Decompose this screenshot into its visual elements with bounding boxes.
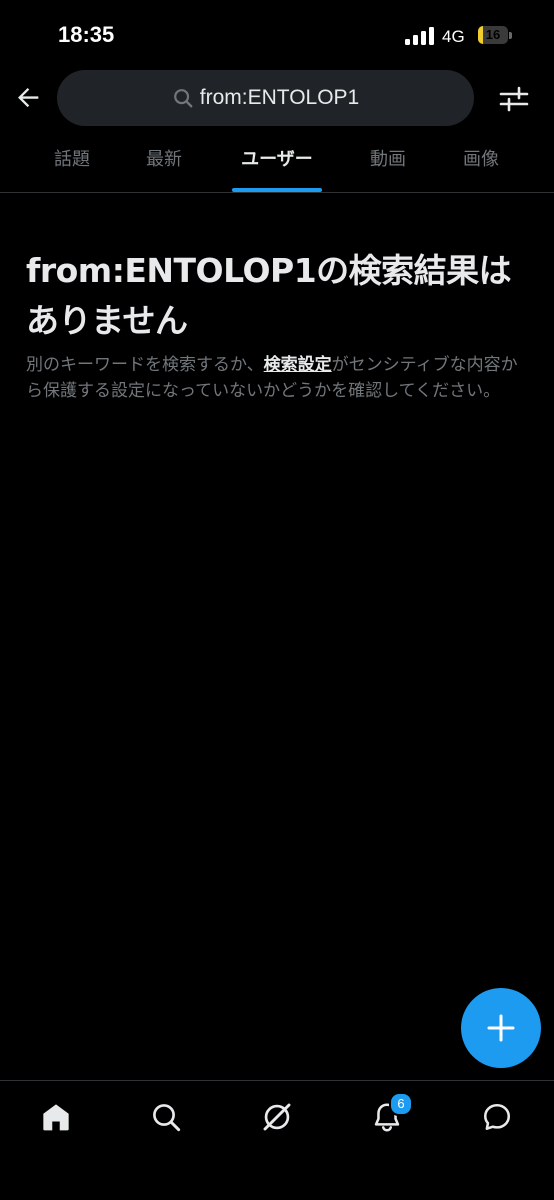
notification-badge: 6 <box>389 1092 413 1116</box>
chat-bubble-icon <box>484 1104 510 1130</box>
tab-latest[interactable]: 最新 <box>114 136 214 191</box>
search-icon <box>172 87 194 109</box>
search-settings-link[interactable]: 検索設定 <box>264 355 332 375</box>
tab-topics[interactable]: 話題 <box>22 136 122 191</box>
search-input[interactable]: from:ENTOLOP1 <box>57 70 474 126</box>
search-filter-button[interactable] <box>494 80 534 118</box>
empty-state-title: from:ENTOLOP1の検索結果はありません <box>26 251 512 340</box>
sliders-icon <box>499 86 529 112</box>
home-icon <box>43 1104 69 1131</box>
active-tab-indicator <box>232 188 322 192</box>
search-query: from:ENTOLOP1 <box>199 86 360 109</box>
bottom-nav: 6 <box>0 1080 554 1200</box>
plus-icon <box>487 1014 515 1042</box>
nav-grok[interactable] <box>252 1097 302 1137</box>
status-bar: 18:35 4G 16 <box>0 0 554 70</box>
tab-users[interactable]: ユーザー <box>216 136 338 191</box>
grok-icon <box>263 1103 291 1131</box>
signal-bars-icon <box>405 27 434 45</box>
search-tabs: 話題 最新 ユーザー 動画 画像 <box>0 136 554 193</box>
search-icon <box>153 1104 181 1132</box>
tab-images[interactable]: 画像 <box>431 136 531 191</box>
compose-post-button[interactable] <box>461 988 541 1068</box>
nav-notifications[interactable]: 6 <box>362 1092 413 1137</box>
nav-search[interactable] <box>141 1097 191 1137</box>
back-button[interactable] <box>10 78 48 116</box>
tab-videos[interactable]: 動画 <box>338 136 438 191</box>
empty-state-description: 別のキーワードを検索するか、検索設定がセンシティブな内容から保護する設定になって… <box>26 352 528 404</box>
network-type: 4G <box>442 27 465 46</box>
empty-state-text-before: 別のキーワードを検索するか、 <box>26 355 264 375</box>
battery-level: 16 <box>485 27 501 42</box>
status-time: 18:35 <box>58 22 115 47</box>
battery-icon: 16 <box>478 26 514 46</box>
nav-home[interactable] <box>31 1097 81 1137</box>
arrow-left-icon <box>18 88 39 108</box>
nav-messages[interactable] <box>472 1097 522 1137</box>
